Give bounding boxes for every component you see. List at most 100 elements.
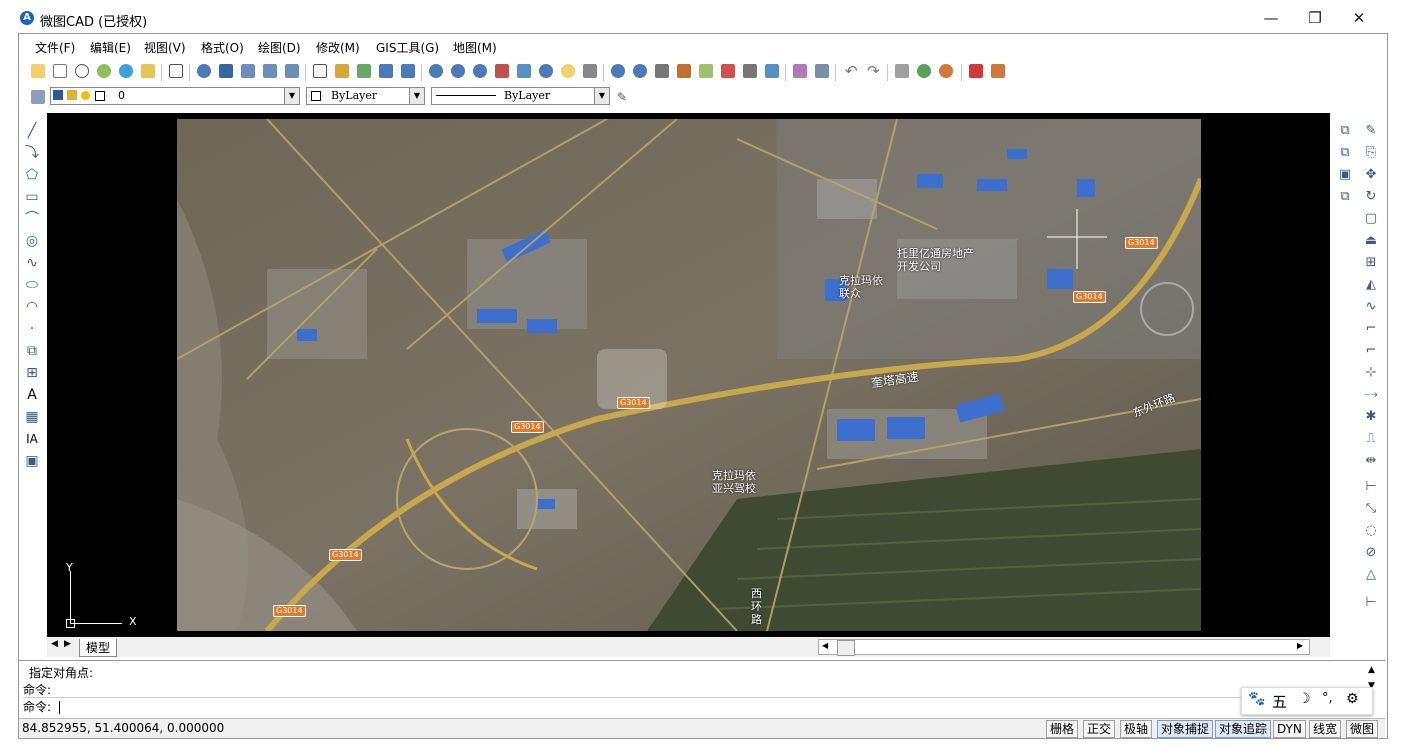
pan-icon[interactable] — [495, 64, 509, 78]
zoom-window-icon[interactable] — [169, 64, 183, 78]
search-icon[interactable] — [197, 64, 211, 78]
drawing-canvas[interactable]: 托里亿通房地产 开发公司 克拉玛依 联众 奎塔高速 东外环路 西环路 克拉玛依 … — [47, 113, 1330, 637]
copy-layer-icon[interactable]: ⧉ — [1337, 123, 1353, 139]
menu-view[interactable]: 视图(V) — [144, 39, 186, 56]
offset-icon[interactable]: ∿ — [1363, 299, 1379, 315]
gear-icon[interactable]: ⚙ — [1346, 691, 1359, 707]
toggle-polar[interactable]: 极轴 — [1120, 720, 1153, 738]
lineweight-icon[interactable]: ✎ — [617, 90, 631, 104]
color-bars-icon[interactable] — [721, 64, 735, 78]
menu-file[interactable]: 文件(F) — [35, 39, 75, 56]
page-icon[interactable] — [313, 64, 327, 78]
zoom-out-icon[interactable] — [451, 64, 465, 78]
layers-icon[interactable] — [31, 90, 45, 104]
measure-icon[interactable] — [743, 64, 757, 78]
linear-dimension-icon[interactable]: ⊢ — [1363, 479, 1379, 495]
explode-icon[interactable]: ✱ — [1363, 409, 1379, 425]
rotate-icon[interactable]: ↻ — [1363, 189, 1379, 205]
scale-icon[interactable]: ▢ — [1363, 211, 1379, 227]
zoom-scale-icon[interactable] — [633, 64, 647, 78]
layer-export-icon[interactable] — [263, 64, 277, 78]
scroll-left-icon[interactable]: ◀ — [822, 641, 828, 650]
toggle-grid[interactable]: 栅格 — [1046, 720, 1079, 738]
maximize-button[interactable]: ❐ — [1292, 6, 1338, 30]
pdf-icon[interactable] — [969, 64, 983, 78]
toggle-dyn[interactable]: DYN — [1273, 720, 1306, 738]
color-select[interactable]: ByLayer ▼ — [306, 87, 425, 105]
pencil-icon[interactable] — [141, 64, 155, 78]
tools-icon[interactable] — [815, 64, 829, 78]
horizontal-scrollbar[interactable]: ◀ ▶ — [818, 639, 1310, 656]
hatch-icon[interactable] — [699, 64, 713, 78]
text-tool-icon[interactable]: A — [24, 387, 40, 403]
rectangle-tool-icon[interactable]: ▭ — [24, 189, 40, 205]
axis-icon[interactable] — [517, 64, 531, 78]
toggle-object-snap[interactable]: 对象捕捉 — [1157, 720, 1214, 738]
point-tool-icon[interactable]: · — [24, 321, 40, 337]
aligned-dimension-icon[interactable]: ⤡ — [1363, 501, 1379, 517]
array-icon[interactable]: ⊞ — [1363, 255, 1379, 271]
globe-icon[interactable] — [97, 64, 111, 78]
zoom-realtime-icon[interactable] — [539, 64, 553, 78]
save-as-icon[interactable] — [401, 64, 415, 78]
toggle-object-track[interactable]: 对象追踪 — [1215, 720, 1272, 738]
menu-format[interactable]: 格式(O) — [201, 39, 244, 56]
brush-icon[interactable] — [335, 64, 349, 78]
layer-up-icon[interactable]: ⧉ — [1337, 145, 1353, 161]
scroll-right-icon[interactable]: ▶ — [1297, 641, 1303, 650]
radius-dimension-icon[interactable]: ◌ — [1363, 523, 1379, 539]
zoom-previous-icon[interactable] — [611, 64, 625, 78]
toggle-lineweight[interactable]: 线宽 — [1309, 720, 1342, 738]
trim-icon[interactable]: ⊹ — [1363, 365, 1379, 381]
palette-icon[interactable] — [793, 64, 807, 78]
menu-map[interactable]: 地图(M) — [453, 39, 497, 56]
polyline-tool-icon[interactable]: ⤵ — [24, 145, 40, 161]
command-scroll-up-icon[interactable]: ▲ — [1368, 665, 1375, 675]
make-block-icon[interactable]: ⊞ — [24, 365, 40, 381]
arc-tool-icon[interactable]: ⌒ — [24, 211, 40, 227]
map-tool-icon[interactable] — [917, 64, 931, 78]
copy-icon[interactable]: ⎘ — [1363, 145, 1379, 161]
scroll-thumb[interactable] — [837, 640, 855, 656]
join-icon[interactable]: ⇹ — [1363, 453, 1379, 469]
layer-import-icon[interactable] — [241, 64, 255, 78]
fillet-icon[interactable]: ⌐ — [1363, 321, 1379, 337]
minimize-button[interactable]: — — [1248, 6, 1294, 30]
map-refresh-icon[interactable] — [939, 64, 953, 78]
new-icon[interactable] — [31, 64, 45, 78]
diameter-dimension-icon[interactable]: ⊘ — [1363, 545, 1379, 561]
move-cross-icon[interactable] — [655, 64, 669, 78]
stamp-icon[interactable]: ⏏ — [1363, 233, 1379, 249]
print-icon[interactable] — [895, 64, 909, 78]
refresh-icon[interactable] — [75, 64, 89, 78]
match-icon[interactable] — [357, 64, 371, 78]
layer-select[interactable]: 0 ▼ — [50, 87, 300, 105]
layer-order-icon[interactable]: ⧉ — [1337, 189, 1353, 205]
save-icon[interactable] — [379, 64, 393, 78]
tab-scroll-left-icon[interactable]: ◀ — [51, 639, 58, 649]
open-icon[interactable] — [53, 64, 67, 78]
toggle-ortho[interactable]: 正交 — [1083, 720, 1116, 738]
chamfer-icon[interactable]: ⌐ — [1363, 343, 1379, 359]
punctuation-icon[interactable]: °, — [1322, 691, 1333, 706]
layer-down-icon[interactable]: ▣ — [1337, 167, 1353, 183]
hatch-tool-icon[interactable]: ▣ — [24, 453, 40, 469]
spline-tool-icon[interactable]: ∿ — [24, 255, 40, 271]
help-icon[interactable] — [583, 64, 597, 78]
moon-icon[interactable]: ☽ — [1298, 691, 1311, 707]
line-tool-icon[interactable]: ╱ — [24, 123, 40, 139]
draw-line-icon[interactable] — [677, 64, 691, 78]
circle-tool-icon[interactable]: ◎ — [24, 233, 40, 249]
tab-model[interactable]: 模型 — [79, 639, 118, 657]
layer-merge-icon[interactable] — [285, 64, 299, 78]
linetype-select[interactable]: ByLayer ▼ — [431, 87, 610, 105]
menu-edit[interactable]: 编辑(E) — [90, 39, 131, 56]
stretch-icon[interactable]: ⎍ — [1363, 431, 1379, 447]
redo-icon[interactable]: ↷ — [867, 64, 881, 79]
menu-modify[interactable]: 修改(M) — [316, 39, 360, 56]
erase-icon[interactable]: ✎ — [1363, 123, 1379, 139]
image-export-icon[interactable] — [991, 64, 1005, 78]
extend-icon[interactable]: ⤍ — [1363, 387, 1379, 403]
mirror-icon[interactable]: ◭ — [1363, 277, 1379, 293]
earth-icon[interactable] — [119, 64, 133, 78]
